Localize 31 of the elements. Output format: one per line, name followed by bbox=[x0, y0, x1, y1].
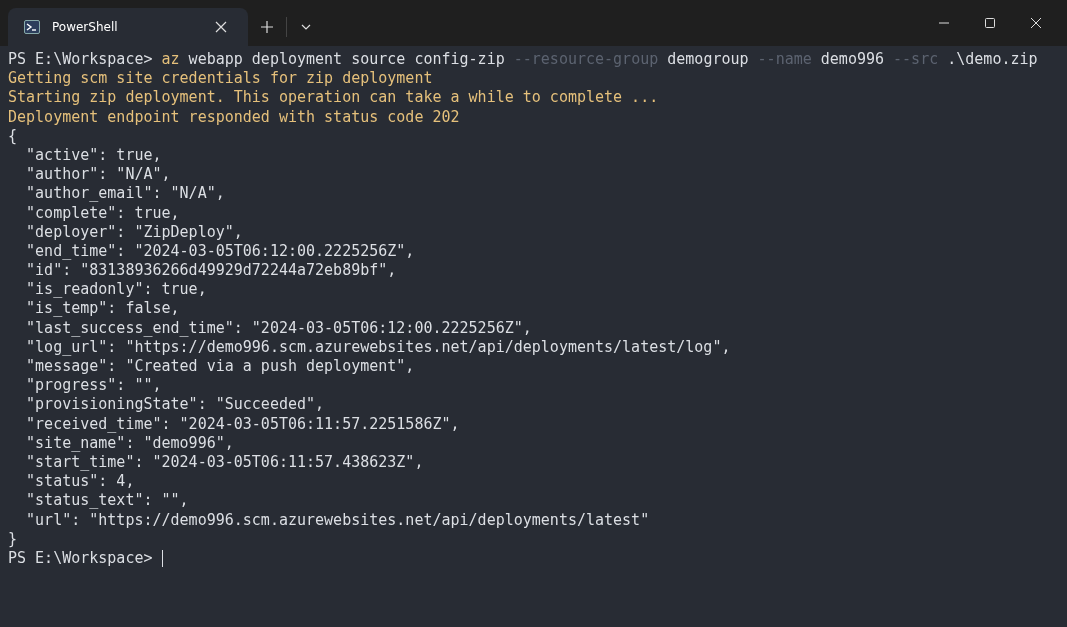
output-line: "url": "https://demo996.scm.azurewebsites.net/api/deployments/latest" bbox=[25, 510, 650, 530]
status-message: Deployment endpoint responded with status code 202 bbox=[8, 107, 460, 127]
output-line: { bbox=[8, 126, 18, 146]
output-line: "message": "Created via a push deployment", bbox=[25, 357, 415, 377]
output-line: "active": true, bbox=[25, 145, 162, 166]
output-line: "last_success_end_time": "2024-03-05T06:12:00.2225256Z", bbox=[25, 318, 532, 338]
output-line: "complete": true, bbox=[25, 203, 180, 223]
output-line: "end_time": "2024-03-05T06:12:00.2225256Z", bbox=[25, 241, 415, 262]
output-line: "provisioningState": "Succeeded", bbox=[25, 395, 325, 415]
output-line: "status_text": "", bbox=[25, 491, 189, 511]
output-line: "id": "83138936266d49929d72244a72eb89bf", bbox=[25, 261, 397, 281]
output-line: "received_time": "2024-03-05T06:11:57.2251586Z", bbox=[25, 414, 460, 434]
output-line: "deployer": "ZipDeploy", bbox=[25, 222, 243, 242]
output-line: "is_readonly": true, bbox=[25, 280, 207, 300]
status-message: Starting zip deployment. This operation can take a while to complete ... bbox=[8, 88, 659, 108]
terminal-tab[interactable]: PowerShell bbox=[8, 8, 248, 46]
output-line: } bbox=[8, 529, 18, 549]
output-line: "progress": "", bbox=[25, 376, 162, 396]
output-line: "start_time": "2024-03-05T06:11:57.438623Z", bbox=[25, 452, 424, 473]
output-line: "status": 4, bbox=[25, 472, 135, 492]
text-cursor bbox=[161, 549, 163, 567]
tab-title: PowerShell bbox=[52, 20, 119, 34]
status-message: Getting scm site credentials for zip deployment bbox=[8, 69, 433, 89]
output-line: "site_name": "demo996", bbox=[25, 433, 234, 453]
output-line: "log_url": "https://demo996.scm.azurewebsites.net/api/deployments/latest/log", bbox=[25, 337, 731, 357]
output-line: "is_temp": false, bbox=[25, 299, 180, 319]
output-line: "author": "N/A", bbox=[25, 165, 171, 185]
command-line: PS E:\Workspace> az webapp deployment source config-zip --resource-group demogroup --name demo996 --src .\demo.zip bbox=[8, 50, 1038, 70]
powershell-icon bbox=[24, 20, 40, 34]
output-line: "author_email": "N/A", bbox=[25, 184, 225, 204]
command-line: PS E:\Workspace> bbox=[8, 548, 154, 569]
